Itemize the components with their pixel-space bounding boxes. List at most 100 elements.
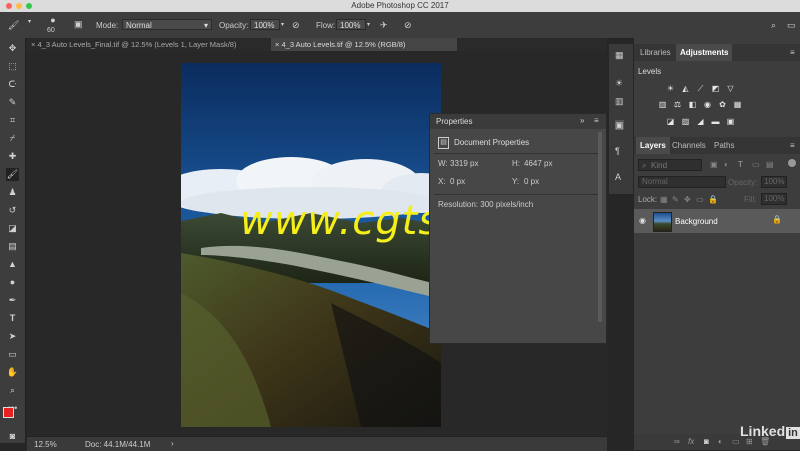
history-brush-tool-icon[interactable]: ↺ [6, 204, 19, 217]
lock-image-icon[interactable]: ✎ [672, 195, 679, 204]
flow-field[interactable]: 100% [336, 19, 366, 30]
hand-tool-icon[interactable]: ✋ [6, 366, 19, 379]
history-icon[interactable]: ▦ [615, 50, 624, 60]
dodge-tool-icon[interactable]: ● [6, 276, 19, 289]
filter-toggle[interactable] [788, 159, 796, 167]
add-mask-icon[interactable]: ◙ [704, 437, 709, 446]
fill-field[interactable]: 100% [761, 193, 787, 205]
brightness-icon[interactable]: ☀ [615, 78, 623, 88]
character-icon[interactable]: A [615, 172, 621, 182]
lasso-tool-icon[interactable]: ᑢ [6, 78, 19, 91]
marquee-tool-icon[interactable]: ⬚ [6, 60, 19, 73]
tab-adjustments[interactable]: Adjustments [676, 44, 733, 61]
tab-libraries[interactable]: Libraries [636, 44, 675, 61]
eyedropper-tool-icon[interactable]: ⌿ [6, 132, 19, 145]
new-adjustment-icon[interactable]: ◐ [718, 437, 723, 446]
invert-icon[interactable]: ◪ [666, 117, 675, 126]
airbrush-icon[interactable]: ✈ [380, 20, 388, 30]
vibrance-icon[interactable]: ▽ [726, 84, 735, 93]
pressure-size-icon[interactable]: ⊘ [404, 20, 412, 30]
gradient-map-icon[interactable]: ▬ [711, 117, 720, 126]
zoom-level[interactable]: 12.5% [34, 440, 57, 449]
artboard-icon[interactable]: ▭ [696, 195, 704, 204]
quick-mask-icon[interactable]: ◙ [6, 430, 19, 443]
layer-row[interactable]: ◉ Background 🔒 [634, 209, 800, 233]
smart-object-filter-icon[interactable]: ▤ [766, 160, 774, 169]
tab-auto-levels[interactable]: × 4_3 Auto Levels.tif @ 12.5% (RGB/8) [271, 38, 457, 51]
workspace-icon[interactable]: ▭ [787, 20, 796, 30]
status-menu-icon[interactable]: › [171, 439, 174, 448]
channel-mixer-icon[interactable]: ✿ [718, 100, 727, 109]
exposure-icon[interactable]: ◩ [711, 84, 720, 93]
y-value: 0 px [524, 177, 540, 186]
foreground-color-swatch[interactable] [3, 407, 14, 418]
eye-icon[interactable]: ◉ [639, 216, 646, 225]
opacity-field[interactable]: 100% [250, 19, 280, 30]
threshold-icon[interactable]: ◢ [696, 117, 705, 126]
rectangle-tool-icon[interactable]: ▭ [6, 348, 19, 361]
pressure-opacity-icon[interactable]: ⊘ [292, 20, 300, 30]
selective-color-icon[interactable]: ▣ [726, 117, 735, 126]
adjustment-filter-icon[interactable]: ◐ [724, 160, 729, 169]
color-balance-icon[interactable]: ⚖ [673, 100, 682, 109]
clone-stamp-tool-icon[interactable]: ♟ [6, 186, 19, 199]
mode-select[interactable]: Normal ▾ [122, 19, 212, 30]
levels-icon[interactable]: ◭ [681, 84, 690, 93]
crop-tool-icon[interactable]: ⌗ [6, 114, 19, 127]
pixel-filter-icon[interactable]: ▣ [710, 160, 718, 169]
brush-tool-icon[interactable]: 🖌 [8, 20, 19, 30]
photo-filter-icon[interactable]: ◉ [703, 100, 712, 109]
gradient-tool-icon[interactable]: ▤ [6, 240, 19, 253]
new-group-icon[interactable]: ▭ [732, 437, 740, 446]
link-layers-icon[interactable]: ∞ [674, 437, 680, 446]
close-icon[interactable]: × [31, 40, 35, 49]
pen-tool-icon[interactable]: ✒ [6, 294, 19, 307]
collapse-icon[interactable]: » [580, 116, 584, 125]
document-image[interactable] [181, 63, 441, 427]
chevron-down-icon[interactable]: ▾ [28, 17, 31, 27]
properties-icon[interactable]: ▣ [615, 120, 624, 130]
lock-transparent-icon[interactable]: ▦ [660, 195, 668, 204]
paragraph-icon[interactable]: ¶ [615, 146, 620, 156]
panel-menu-icon[interactable]: ≡ [594, 116, 599, 125]
fx-icon[interactable]: fx [688, 437, 694, 446]
healing-brush-tool-icon[interactable]: ✚ [6, 150, 19, 163]
quick-selection-tool-icon[interactable]: ✎ [6, 96, 19, 109]
tab-layers[interactable]: Layers [636, 137, 670, 154]
brush-panel-icon[interactable]: ▣ [74, 19, 83, 29]
brightness-contrast-icon[interactable]: ☀ [666, 84, 675, 93]
layer-filter-select[interactable]: ⌕ Kind [638, 159, 702, 171]
close-icon[interactable]: × [275, 40, 279, 49]
eraser-tool-icon[interactable]: ◪ [6, 222, 19, 235]
info-icon[interactable]: ▥ [615, 96, 624, 106]
lock-position-icon[interactable]: ✥ [684, 195, 691, 204]
panel-menu-icon[interactable]: ≡ [790, 141, 795, 150]
type-filter-icon[interactable]: T [738, 160, 743, 169]
curves-icon[interactable]: ⟋ [696, 84, 705, 93]
properties-scrollbar[interactable] [598, 132, 602, 322]
blur-tool-icon[interactable]: ▲ [6, 258, 19, 271]
brush-preset-icon[interactable]: ● [46, 15, 60, 25]
zoom-tool-icon[interactable]: ⌕ [6, 384, 19, 397]
brand-text: Linked [740, 423, 786, 439]
tab-auto-levels-final[interactable]: × 4_3 Auto Levels_Final.tif @ 12.5% (Lev… [27, 38, 269, 51]
flow-chevron-icon[interactable]: ▾ [367, 20, 370, 30]
shape-filter-icon[interactable]: ▭ [752, 160, 760, 169]
blend-mode-select[interactable]: Normal [638, 176, 726, 188]
tab-channels[interactable]: Channels [668, 137, 710, 154]
lock-all-icon[interactable]: 🔒 [708, 195, 718, 204]
tab-paths[interactable]: Paths [710, 137, 738, 154]
resolution-label: Resolution: 300 pixels/inch [438, 200, 534, 209]
hue-saturation-icon[interactable]: ▥ [658, 100, 667, 109]
panel-menu-icon[interactable]: ≡ [790, 48, 795, 57]
path-selection-tool-icon[interactable]: ➤ [6, 330, 19, 343]
color-lookup-icon[interactable]: ▦ [733, 100, 742, 109]
search-icon[interactable]: ⌕ [771, 20, 776, 30]
posterize-icon[interactable]: ▨ [681, 117, 690, 126]
move-tool-icon[interactable]: ✥ [6, 42, 19, 55]
black-white-icon[interactable]: ◧ [688, 100, 697, 109]
layer-opacity-field[interactable]: 100% [761, 176, 787, 188]
type-tool-icon[interactable]: T [6, 312, 19, 325]
opacity-chevron-icon[interactable]: ▾ [281, 20, 284, 30]
brush-tool-icon[interactable]: 🖌 [6, 168, 19, 181]
